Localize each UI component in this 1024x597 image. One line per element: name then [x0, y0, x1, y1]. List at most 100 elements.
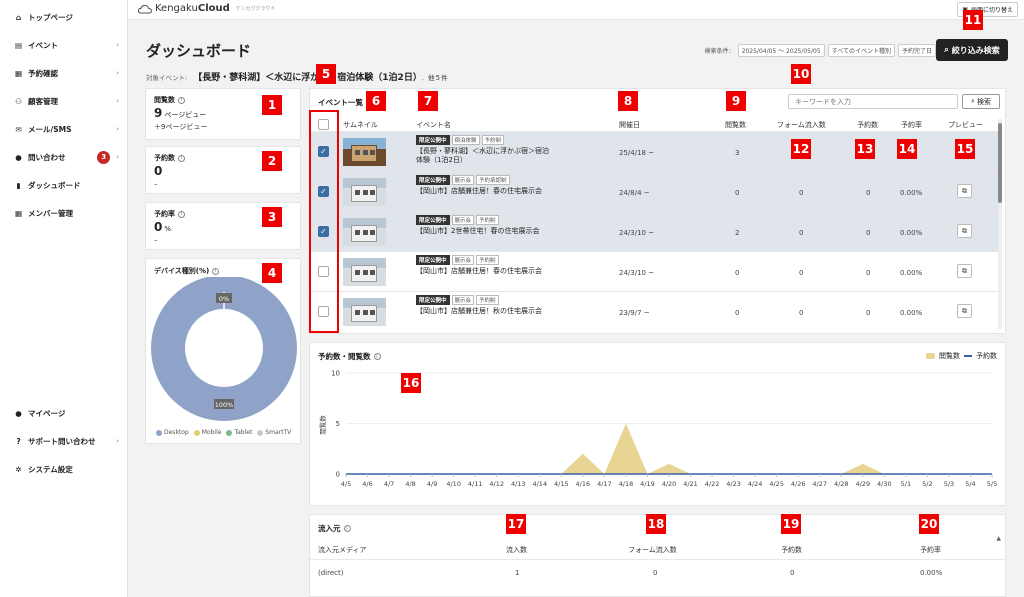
src-cell-reservations: 0 — [790, 569, 795, 577]
event-thumbnail[interactable] — [343, 298, 386, 326]
event-thumbnail[interactable] — [343, 178, 386, 206]
logo-text-light: Kengaku — [155, 3, 198, 14]
sidebar-item[interactable]: ✉ メール/SMS › — [14, 122, 119, 136]
col-name[interactable]: イベント名 — [416, 120, 451, 130]
scroll-up-icon[interactable]: ▲ — [996, 535, 1001, 542]
views-area-series[interactable] — [346, 423, 992, 475]
event-rate: 0.00% — [900, 229, 923, 237]
event-rate: 0.00% — [900, 189, 923, 197]
home-icon: ⌂ — [15, 12, 22, 22]
x-tick-label: 4/11 — [468, 480, 483, 488]
src-col-reservations[interactable]: 予約数 — [781, 545, 802, 555]
x-tick-label: 4/12 — [489, 480, 504, 488]
y-tick-label: 10 — [331, 370, 340, 378]
reservations-label: 予約数 — [154, 154, 175, 162]
col-views[interactable]: 閲覧数 — [725, 120, 746, 130]
annotation-marker: 14 — [897, 139, 917, 159]
event-name[interactable]: 【岡山市】店舗兼住居！春の住宅展示会 — [416, 187, 551, 196]
sidebar-item[interactable]: ● マイページ — [14, 406, 119, 420]
x-tick-label: 5/2 — [922, 480, 932, 488]
keyword-search-button[interactable]: ⌕ 検索 — [962, 94, 1000, 109]
event-name[interactable]: 【岡山市】店舗兼住居！秋の住宅展示会 — [416, 307, 551, 316]
annotation-marker: 7 — [418, 91, 438, 111]
views-label-wrap: 閲覧数 i — [154, 95, 185, 105]
info-icon[interactable]: i — [178, 154, 185, 162]
external-link-icon: ⧉ — [962, 186, 967, 195]
event-tags: 限定公開中 展示会 予約制 — [416, 295, 499, 305]
x-tick-label: 4/17 — [597, 480, 612, 488]
event-name[interactable]: 【長野・蓼科湖】＜水辺に浮かぶ宿＞宿泊体験（1泊2日） — [416, 147, 551, 165]
src-col-media[interactable]: 流入元メディア — [318, 545, 367, 555]
event-date: 25/4/18 ~ — [619, 149, 655, 157]
event-views: 3 — [735, 149, 740, 157]
legend-mobile[interactable]: Mobile — [193, 429, 221, 436]
sidebar-item[interactable]: ? サポート問い合わせ › — [14, 434, 119, 448]
table-row[interactable]: 限定公開中 展示会 予約制 【岡山市】店舗兼住居！秋の住宅展示会 23/9/7 ~ 0 0 0… — [310, 291, 998, 331]
filter-chip-datetype[interactable]: 予約完了日 — [897, 44, 936, 57]
search-icon: ⌕ — [944, 45, 949, 54]
sidebar-item[interactable]: ✲ システム設定 — [14, 462, 119, 476]
sidebar-item[interactable]: ⚇ 顧客管理 › — [14, 94, 119, 108]
event-date: 24/3/10 ~ — [619, 269, 655, 277]
preview-button[interactable]: ⧉ — [957, 264, 972, 278]
info-icon[interactable]: i — [212, 267, 220, 275]
sidebar-item[interactable]: ▤ イベント › — [14, 38, 119, 52]
col-reservations[interactable]: 予約数 — [857, 120, 878, 130]
src-col-form[interactable]: フォーム流入数 — [628, 545, 677, 555]
filter-chip-type[interactable]: すべてのイベント種別 — [827, 44, 895, 57]
event-date: 24/3/10 ~ — [619, 229, 655, 237]
sidebar-item-label: メール/SMS — [28, 124, 72, 134]
app-logo[interactable]: Kengaku Cloud ケンガククラウド — [138, 3, 275, 14]
preview-button[interactable]: ⧉ — [957, 224, 972, 238]
table-row[interactable]: ✓ 限定公開中 展示会 予約承認制 【岡山市】店舗兼住居！春の住宅展示会 24/8/4 ~… — [310, 171, 998, 211]
table-row[interactable]: ✓ 限定公開中 宿泊体験 予約制 【長野・蓼科湖】＜水辺に浮かぶ宿＞宿泊体験（1泊2日）… — [310, 131, 998, 171]
donut-label-bottom: 100% — [215, 401, 234, 409]
annotation-marker: 1 — [262, 95, 282, 115]
src-col-rate[interactable]: 予約率 — [920, 545, 941, 555]
external-link-icon: ⧉ — [962, 306, 967, 315]
sidebar-item[interactable]: ▦ 予約確認 › — [14, 66, 119, 80]
x-tick-label: 4/18 — [619, 480, 634, 488]
table-row[interactable]: ✓ 限定公開中 展示会 予約制 【岡山市】2世帯住宅！春の住宅展示会 24/3/10 ~2… — [310, 211, 998, 251]
sidebar-item[interactable]: ● 問い合わせ 3 › — [14, 150, 119, 164]
sidebar-item[interactable]: ▦ メンバー管理 — [14, 206, 119, 220]
annotation-marker: 6 — [366, 91, 386, 111]
col-rate[interactable]: 予約率 — [901, 120, 922, 130]
x-tick-label: 4/28 — [834, 480, 849, 488]
external-link-icon: ⧉ — [962, 226, 967, 235]
preview-button[interactable]: ⧉ — [957, 304, 972, 318]
sidebar-item[interactable]: ⌂ トップページ — [14, 10, 119, 24]
src-cell-inflow: 1 — [515, 569, 520, 577]
filter-search-button[interactable]: ⌕ 絞り込み検索 — [936, 39, 1008, 61]
event-name[interactable]: 【岡山市】2世帯住宅！春の住宅展示会 — [416, 227, 551, 236]
logo-text-bold: Cloud — [197, 3, 230, 14]
event-tag: 展示会 — [451, 175, 475, 185]
info-icon[interactable]: i — [178, 96, 185, 104]
col-date[interactable]: 開催日 — [619, 120, 640, 130]
keyword-input[interactable] — [788, 94, 958, 109]
legend-tablet[interactable]: Tablet — [226, 429, 252, 436]
event-thumbnail[interactable] — [343, 258, 386, 286]
grid-icon: ▦ — [14, 208, 23, 218]
annotation-marker: 11 — [963, 10, 983, 30]
preview-button[interactable]: ⧉ — [957, 184, 972, 198]
info-icon[interactable]: i — [343, 525, 351, 532]
col-form[interactable]: フォーム流入数 — [777, 120, 826, 130]
event-list-scrollbar[interactable] — [998, 119, 1002, 329]
legend-smarttv[interactable]: SmartTV — [257, 429, 291, 436]
rate-label: 予約率 — [154, 210, 175, 218]
legend-desktop[interactable]: Desktop — [156, 429, 189, 436]
x-tick-label: 4/15 — [554, 480, 569, 488]
sidebar-item[interactable]: ▮ ダッシュボード — [14, 178, 119, 192]
event-name[interactable]: 【岡山市】店舗兼住居！春の住宅展示会 — [416, 267, 551, 276]
x-tick-label: 4/25 — [769, 480, 784, 488]
event-thumbnail[interactable] — [343, 218, 386, 246]
filter-chip-daterange[interactable]: 2025/04/05 〜 2025/05/05 — [737, 44, 825, 57]
src-col-inflow[interactable]: 流入数 — [506, 545, 527, 555]
rate-value: 0 — [154, 220, 163, 234]
table-row[interactable]: 限定公開中 展示会 予約制 【岡山市】店舗兼住居！春の住宅展示会 24/3/10 ~ 0 0… — [310, 251, 998, 291]
event-tags: 限定公開中 展示会 予約制 — [416, 255, 499, 265]
event-thumbnail[interactable] — [343, 138, 386, 166]
scrollbar-thumb[interactable] — [998, 123, 1002, 203]
info-icon[interactable]: i — [178, 210, 185, 218]
